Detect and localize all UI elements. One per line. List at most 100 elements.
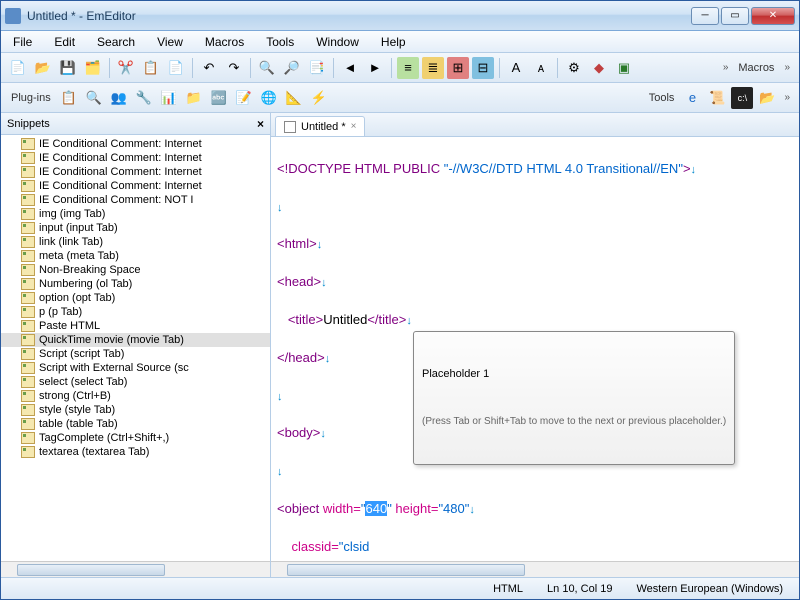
snippet-item[interactable]: IE Conditional Comment: Internet (1, 151, 270, 165)
separator (391, 58, 392, 78)
config-icon[interactable]: ⚙ (563, 57, 585, 79)
menu-macros[interactable]: Macros (201, 33, 248, 51)
minimize-button[interactable]: ─ (691, 7, 719, 25)
snippet-item[interactable]: table (table Tab) (1, 417, 270, 431)
plugin5-icon[interactable]: 📊 (158, 87, 180, 109)
close-panel-icon[interactable]: × (257, 117, 264, 131)
undo-icon[interactable]: ↶ (198, 57, 220, 79)
snippet-item[interactable]: Script (script Tab) (1, 347, 270, 361)
wrap4-icon[interactable]: ⊟ (472, 57, 494, 79)
findfiles-icon[interactable]: 📑 (306, 57, 328, 79)
snippet-icon (21, 306, 35, 318)
snippet-item[interactable]: select (select Tab) (1, 375, 270, 389)
snippet-item[interactable]: strong (Ctrl+B) (1, 389, 270, 403)
snippet-item[interactable]: IE Conditional Comment: Internet (1, 165, 270, 179)
snippet-item[interactable]: IE Conditional Comment: Internet (1, 179, 270, 193)
font-dec-icon[interactable]: ᴀ (530, 57, 552, 79)
new-icon[interactable]: 📄 (7, 57, 29, 79)
snippet-icon (21, 404, 35, 416)
snippets-list[interactable]: IE Conditional Comment: InternetIE Condi… (1, 135, 270, 561)
plugin9-icon[interactable]: 🌐 (258, 87, 280, 109)
menu-tools[interactable]: Tools (262, 33, 298, 51)
scroll-thumb[interactable] (17, 564, 165, 576)
editor-area: Untitled * × <!DOCTYPE HTML PUBLIC "-//W… (271, 113, 799, 577)
tool2-icon[interactable]: 📜 (706, 87, 728, 109)
chevron-right-icon[interactable]: » (781, 62, 793, 73)
snippet-item[interactable]: option (opt Tab) (1, 291, 270, 305)
tool4-icon[interactable]: 📂 (756, 87, 778, 109)
paste-icon[interactable]: 📄 (165, 57, 187, 79)
open-icon[interactable]: 📂 (32, 57, 54, 79)
plugin4-icon[interactable]: 🔧 (133, 87, 155, 109)
wrap3-icon[interactable]: ⊞ (447, 57, 469, 79)
font-inc-icon[interactable]: A (505, 57, 527, 79)
back-icon[interactable]: ◄ (339, 57, 361, 79)
menu-edit[interactable]: Edit (50, 33, 79, 51)
tools-icon[interactable]: ▣ (613, 57, 635, 79)
plugin8-icon[interactable]: 📝 (233, 87, 255, 109)
fwd-icon[interactable]: ► (364, 57, 386, 79)
menu-window[interactable]: Window (312, 33, 363, 51)
snippet-item[interactable]: p (p Tab) (1, 305, 270, 319)
find-icon[interactable]: 🔍 (256, 57, 278, 79)
snippet-item[interactable]: textarea (textarea Tab) (1, 445, 270, 459)
menu-help[interactable]: Help (377, 33, 410, 51)
snippet-item[interactable]: IE Conditional Comment: Internet (1, 137, 270, 151)
snippet-icon (21, 264, 35, 276)
save-all-icon[interactable]: 🗂️ (82, 57, 104, 79)
plugin7-icon[interactable]: 🔤 (208, 87, 230, 109)
plugin10-icon[interactable]: 📐 (283, 87, 305, 109)
ie-icon[interactable]: e (681, 87, 703, 109)
editor-scrollbar-h[interactable] (271, 561, 799, 577)
close-button[interactable]: ✕ (751, 7, 795, 25)
menu-view[interactable]: View (153, 33, 187, 51)
snippet-item[interactable]: link (link Tab) (1, 235, 270, 249)
chevron-right-icon[interactable]: » (781, 92, 793, 103)
cut-icon[interactable]: ✂️ (115, 57, 137, 79)
snippet-item[interactable]: QuickTime movie (movie Tab) (1, 333, 270, 347)
sidebar-scrollbar-h[interactable] (1, 561, 270, 577)
snippet-icon (21, 250, 35, 262)
save-icon[interactable]: 💾 (57, 57, 79, 79)
plugin1-icon[interactable]: 📋 (58, 87, 80, 109)
replace-icon[interactable]: 🔎 (281, 57, 303, 79)
code-editor[interactable]: <!DOCTYPE HTML PUBLIC "-//W3C//DTD HTML … (271, 137, 799, 561)
wrap-icon[interactable]: ≡ (397, 57, 419, 79)
snippet-label: Non-Breaking Space (39, 264, 141, 276)
snippet-label: style (style Tab) (39, 404, 115, 416)
menu-file[interactable]: File (9, 33, 36, 51)
macros-label[interactable]: Macros (734, 62, 778, 74)
snippet-item[interactable]: style (style Tab) (1, 403, 270, 417)
snippet-item[interactable]: IE Conditional Comment: NOT I (1, 193, 270, 207)
copy-icon[interactable]: 📋 (140, 57, 162, 79)
file-tab[interactable]: Untitled * × (275, 116, 365, 136)
cmd-icon[interactable]: c:\ (731, 87, 753, 109)
plugin11-icon[interactable]: ⚡ (308, 87, 330, 109)
snippet-icon (21, 278, 35, 290)
snippet-item[interactable]: Script with External Source (sc (1, 361, 270, 375)
snippet-item[interactable]: TagComplete (Ctrl+Shift+,) (1, 431, 270, 445)
plugin3-icon[interactable]: 👥 (108, 87, 130, 109)
snippet-item[interactable]: meta (meta Tab) (1, 249, 270, 263)
snippet-item[interactable]: input (input Tab) (1, 221, 270, 235)
scroll-thumb[interactable] (287, 564, 525, 576)
snippet-item[interactable]: img (img Tab) (1, 207, 270, 221)
close-tab-icon[interactable]: × (351, 121, 357, 132)
plugin-icon[interactable]: ◆ (588, 57, 610, 79)
menu-search[interactable]: Search (93, 33, 139, 51)
snippets-title: Snippets (7, 118, 50, 130)
maximize-button[interactable]: ▭ (721, 7, 749, 25)
snippet-icon (21, 348, 35, 360)
plugin2-icon[interactable]: 🔍 (83, 87, 105, 109)
titlebar[interactable]: Untitled * - EmEditor ─ ▭ ✕ (1, 1, 799, 31)
snippet-item[interactable]: Paste HTML (1, 319, 270, 333)
file-tabs: Untitled * × (271, 113, 799, 137)
wrap2-icon[interactable]: ≣ (422, 57, 444, 79)
chevron-right-icon[interactable]: » (720, 62, 732, 73)
snippet-item[interactable]: Non-Breaking Space (1, 263, 270, 277)
plugin6-icon[interactable]: 📁 (183, 87, 205, 109)
document-icon (284, 121, 296, 133)
snippet-label: img (img Tab) (39, 208, 105, 220)
snippet-item[interactable]: Numbering (ol Tab) (1, 277, 270, 291)
redo-icon[interactable]: ↷ (223, 57, 245, 79)
